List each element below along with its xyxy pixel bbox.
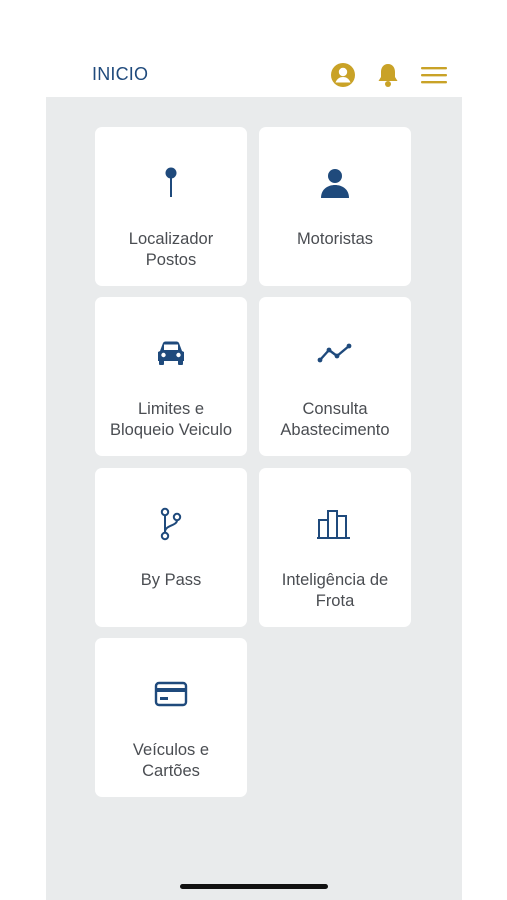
card-label: By Pass (140, 571, 202, 589)
card-localizador-postos[interactable]: Localizador Postos (95, 127, 247, 286)
card-label: Consulta Abastecimento (280, 400, 390, 439)
card-label: Inteligência de Frota (281, 571, 389, 610)
bell-icon[interactable] (373, 60, 403, 90)
menu-grid: Localizador Postos Motoristas Limites e … (46, 97, 462, 900)
home-indicator[interactable] (180, 884, 328, 889)
pin-icon (95, 163, 247, 203)
card-inteligencia-frota[interactable]: Inteligência de Frota (259, 468, 411, 627)
card-label: Localizador Postos (128, 230, 214, 269)
card-veiculos-cartoes[interactable]: Veículos e Cartões (95, 638, 247, 797)
card-motoristas[interactable]: Motoristas (259, 127, 411, 286)
person-icon (259, 163, 411, 203)
trend-icon (259, 333, 411, 373)
bar-chart-icon (259, 504, 411, 544)
card-label: Limites e Bloqueio Veiculo (109, 400, 232, 439)
top-bar: INICIO (46, 52, 462, 98)
card-icon (95, 674, 247, 714)
app-screen: INICIO Localizador Postos Motoristas Lim… (0, 0, 507, 900)
card-label: Motoristas (296, 230, 374, 248)
branch-icon (95, 504, 247, 544)
page-title: INICIO (92, 64, 149, 84)
card-by-pass[interactable]: By Pass (95, 468, 247, 627)
card-label: Veículos e Cartões (132, 741, 210, 780)
user-icon[interactable] (328, 60, 358, 90)
card-limites-bloqueio[interactable]: Limites e Bloqueio Veiculo (95, 297, 247, 456)
car-icon (95, 333, 247, 373)
menu-icon[interactable] (419, 60, 449, 90)
card-consulta-abastecimento[interactable]: Consulta Abastecimento (259, 297, 411, 456)
